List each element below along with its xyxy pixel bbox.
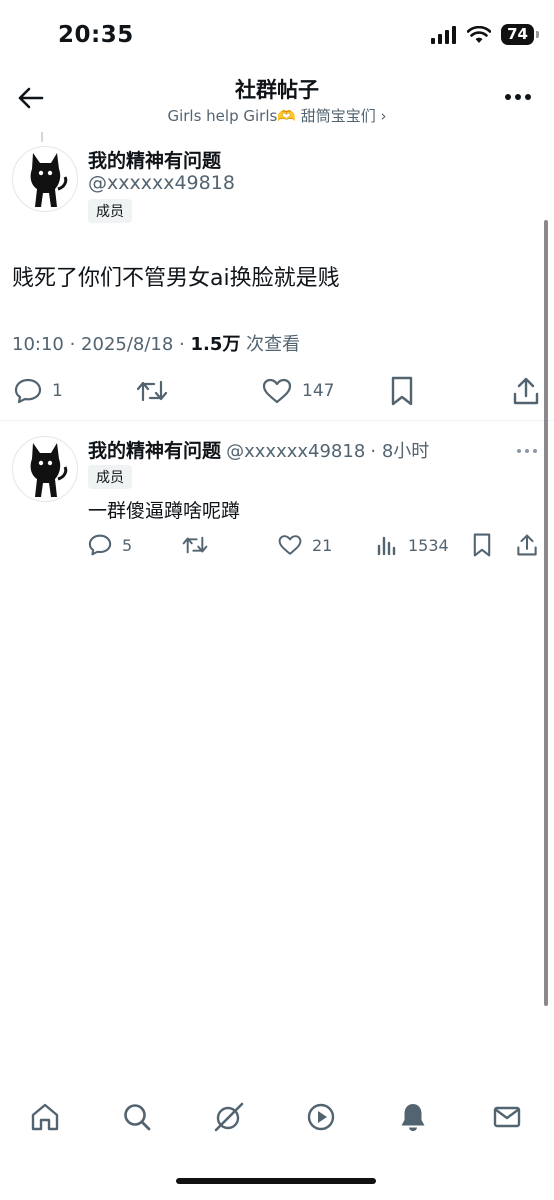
status-time: 20:35 [58,22,134,48]
scrollbar[interactable] [544,220,548,1006]
reply-button[interactable]: 1 [14,378,63,404]
post-timestamp: 10:10 · 2025/8/18 · [12,334,191,355]
tab-home[interactable] [28,1100,62,1134]
like-count: 147 [302,381,335,401]
repost-icon [182,536,208,554]
cat-avatar-icon [30,153,68,207]
reply-like-button[interactable]: 21 [278,534,332,556]
wifi-icon [467,25,492,43]
tab-notifications[interactable] [396,1100,430,1134]
thread-line [41,132,43,142]
avatar[interactable] [12,146,78,212]
messages-icon [493,1106,521,1128]
reply-avatar[interactable] [12,436,78,502]
reply-share-button[interactable] [516,533,538,557]
share-icon [513,377,539,405]
reply-icon [88,534,112,556]
status-icons: 74 [431,24,539,45]
bookmark-button[interactable] [390,376,414,406]
cellular-signal-icon [431,25,457,44]
reply-text: 一群傻逼蹲啥呢蹲 [88,500,241,522]
tab-search[interactable] [120,1100,154,1134]
post-text: 贱死了你们不管男女ai换脸就是贱 [12,266,340,291]
reply-count: 1 [52,381,63,401]
tab-grok[interactable] [212,1100,246,1134]
reply-reply-count: 5 [122,535,133,555]
more-icon [517,449,537,453]
post-author-handle[interactable]: @xxxxxx49818 [88,172,235,194]
community-link[interactable]: Girls help Girls🫶 甜筒宝宝们 › [0,105,554,126]
post-views-label: 次查看 [240,334,301,355]
video-icon [307,1103,335,1131]
reply-icon [14,378,42,404]
bookmark-icon [473,533,491,557]
more-options-button[interactable] [500,83,536,111]
page-title: 社群帖子 [235,78,319,102]
reply-bookmark-button[interactable] [472,533,492,557]
tab-messages[interactable] [490,1100,524,1134]
reply-like-count: 21 [312,535,333,555]
reply-repost-button[interactable] [182,534,208,556]
share-button[interactable] [512,376,540,406]
like-button[interactable]: 147 [262,378,334,404]
more-icon [505,94,531,100]
divider [0,420,554,421]
reply-views-button[interactable]: 1534 [376,534,449,556]
reply-view-count: 1534 [408,535,449,555]
tab-video[interactable] [304,1100,338,1134]
search-icon [124,1104,151,1131]
reply-author-handle[interactable]: @xxxxxx49818 [226,441,365,462]
battery-indicator: 74 [501,24,539,45]
repost-icon [136,380,168,402]
bookmark-icon [391,376,413,406]
grok-icon [214,1102,244,1132]
post-meta: 10:10 · 2025/8/18 · 1.5万 次查看 [12,330,300,356]
heart-icon [262,378,292,404]
cat-avatar-icon [30,443,68,497]
reply-author-name[interactable]: 我的精神有问题 [88,440,221,462]
share-icon [517,534,537,556]
heart-icon [278,535,302,555]
home-icon [31,1103,59,1131]
reply-reply-button[interactable]: 5 [88,534,132,556]
member-badge: 成员 [88,199,132,223]
bottom-tab-bar [0,1080,554,1150]
home-indicator [176,1178,376,1184]
post-author-name[interactable]: 我的精神有问题 [88,146,221,173]
post-views-count: 1.5万 [190,334,241,355]
member-badge: 成员 [88,465,132,489]
views-icon [377,536,396,556]
reply-more-button[interactable] [516,440,538,459]
reply-time: · 8小时 [370,441,430,462]
notifications-icon [401,1104,425,1131]
repost-button[interactable] [136,378,168,404]
reply-header: 我的精神有问题 @xxxxxx49818 · 8小时 [88,436,429,463]
